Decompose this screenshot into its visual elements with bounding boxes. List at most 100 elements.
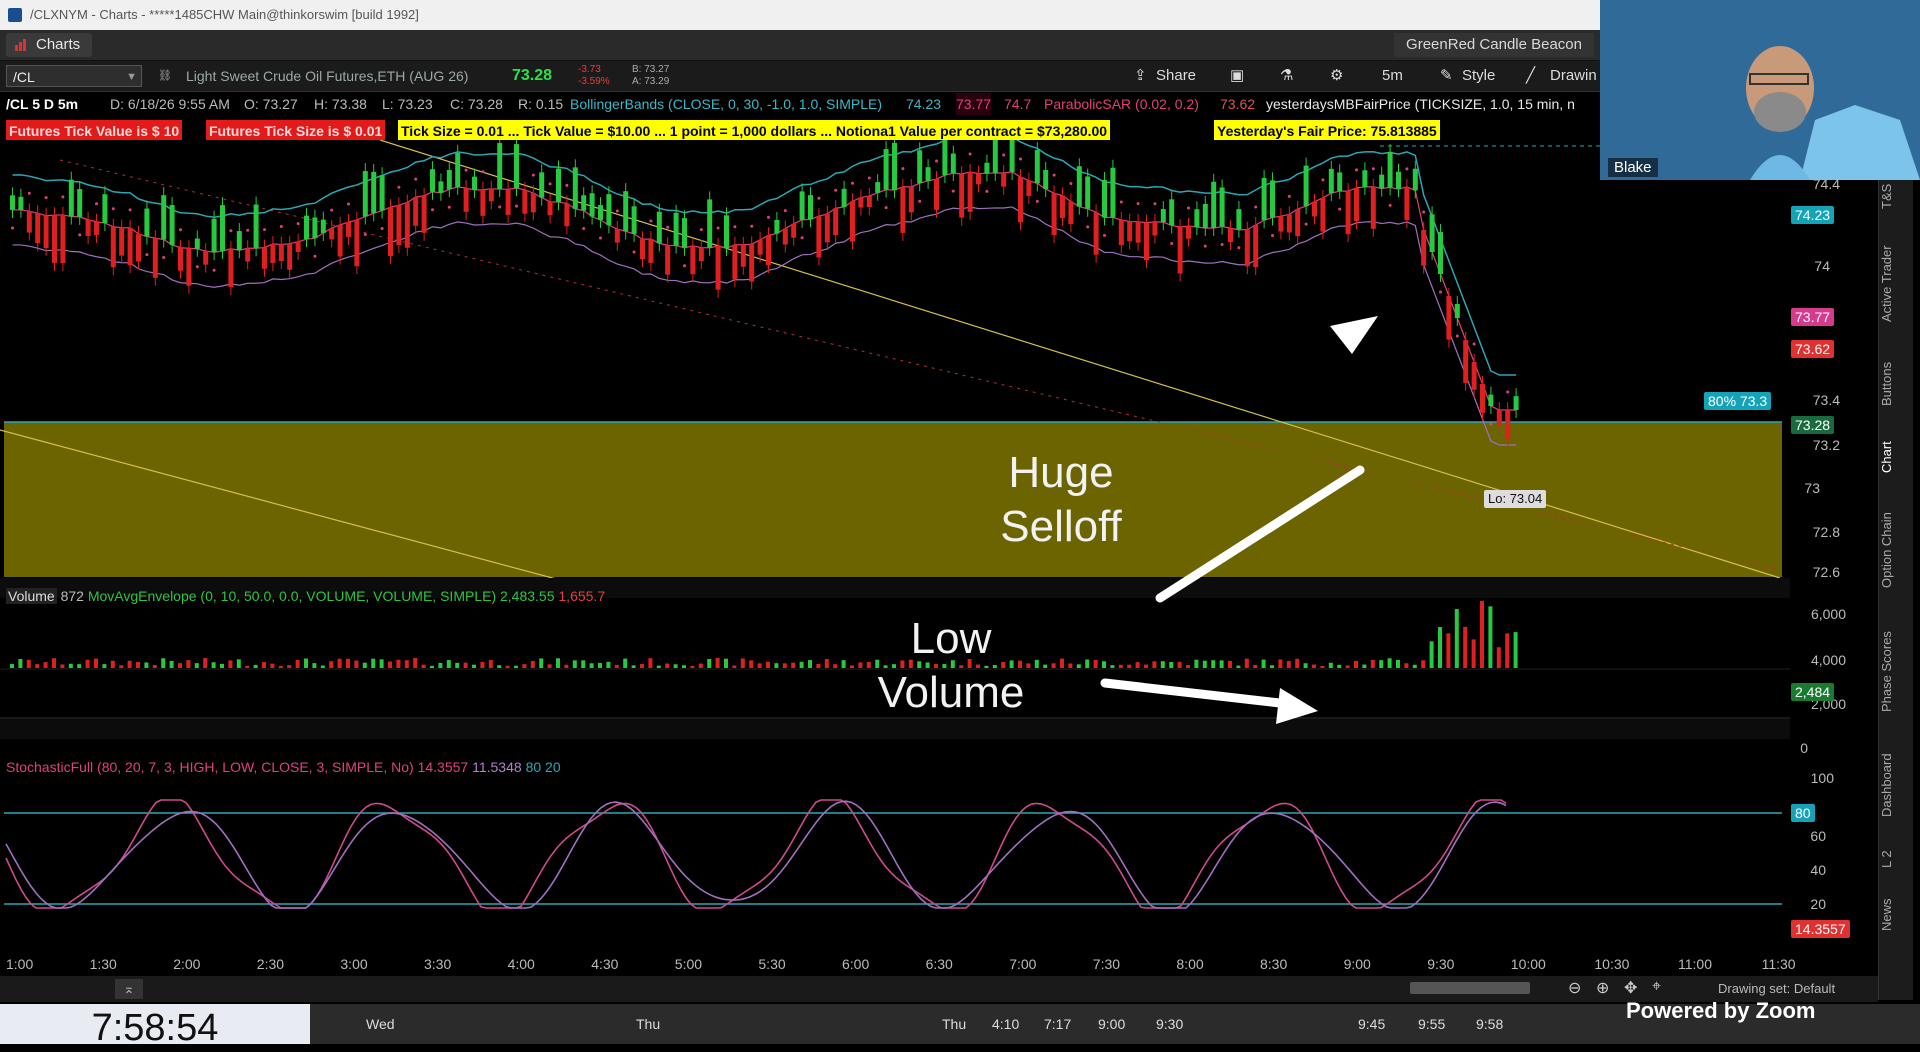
stoch-k-line <box>5 799 1507 909</box>
sidebar-item-time-sales[interactable]: T&S <box>1879 180 1913 212</box>
psar-dot <box>884 206 888 210</box>
drawing-pen-icon[interactable]: ╱ <box>1526 61 1535 91</box>
link-icon[interactable]: ⛓ <box>158 61 172 91</box>
pan-icon[interactable]: ✥ <box>1624 978 1637 998</box>
volume-bar <box>682 665 686 668</box>
share-button[interactable]: Share <box>1156 61 1196 91</box>
candle-body <box>799 191 805 220</box>
studies-flask-icon[interactable]: ⚗ <box>1280 61 1293 91</box>
volume-bar <box>1152 661 1157 668</box>
sidebar-item-chart[interactable]: Chart <box>1879 432 1913 482</box>
session-low-label: Lo: 73.04 <box>1484 490 1547 508</box>
volume-bar <box>1127 664 1132 668</box>
volume-bar <box>749 660 754 668</box>
gear-icon[interactable]: ⚙ <box>1330 61 1343 91</box>
volume-bar <box>152 664 157 668</box>
clock: 7:58:54 <box>0 1004 310 1049</box>
sidebar-item-dashboard[interactable]: Dashboard <box>1879 740 1913 830</box>
volume-bar <box>1144 664 1148 668</box>
style-icon[interactable]: ✎ <box>1440 61 1453 91</box>
ohlc-low: L: 73.23 <box>382 96 433 112</box>
psar-dot <box>951 189 955 193</box>
time-tick: 4:00 <box>507 956 535 972</box>
psar-label[interactable]: ParabolicSAR (0.02, 0.2) <box>1044 93 1199 115</box>
candle-body <box>1244 229 1250 267</box>
selloff-line-2: Selloff <box>1000 502 1122 551</box>
volume-bar <box>312 663 317 668</box>
time-axis[interactable]: 1:00 1:30 2:00 2:30 3:00 3:30 4:00 4:30 5:00 5:30… <box>0 952 1796 976</box>
sidebar-item-phase-scores[interactable]: Phase Scores <box>1879 620 1913 724</box>
psar-dot <box>867 176 871 180</box>
candle-body <box>698 247 704 262</box>
volume-bar <box>572 660 577 668</box>
volume-bar <box>1160 661 1165 668</box>
volume-bar <box>1429 641 1434 668</box>
style-button[interactable]: Style <box>1462 61 1495 91</box>
tab-charts[interactable]: Charts <box>6 33 93 57</box>
candle-body <box>52 215 57 263</box>
time-tick: 1:00 <box>6 956 34 972</box>
candle-body <box>94 221 99 235</box>
sidebar-item-news[interactable]: News <box>1879 890 1913 940</box>
candle-body <box>1454 304 1460 318</box>
volume-bar <box>1421 660 1426 668</box>
volume-bar <box>1261 659 1266 668</box>
time-tick: 2:30 <box>256 956 285 972</box>
fair-price-label[interactable]: yesterdaysMBFairPrice (TICKSIZE, 1.0, 15… <box>1266 93 1575 115</box>
bb-upper-tag: 74.23 <box>1791 206 1835 224</box>
scrollbar-thumb[interactable] <box>1410 982 1530 994</box>
volume-bar <box>1345 665 1350 668</box>
chart-settings-icon[interactable]: ▣ <box>1230 61 1244 91</box>
volume-bar <box>463 662 468 668</box>
psar-dot <box>313 254 317 258</box>
share-icon[interactable]: ⇪ <box>1134 61 1147 91</box>
candle-body <box>959 173 965 218</box>
bb-mid-tag: 73.77 <box>1791 308 1835 326</box>
zoom-in-icon[interactable]: ⊕ <box>1596 978 1609 998</box>
drawing-set-label[interactable]: Drawing set: Default <box>1718 981 1835 996</box>
stoch-label[interactable]: StochasticFull (80, 20, 7, 3, HIGH, LOW,… <box>6 759 414 775</box>
candle-body <box>883 149 889 190</box>
candle-body <box>253 204 259 249</box>
price-axis[interactable]: 74.4 74 73.4 73.2 73 72.8 72.6 74.23 73.… <box>1790 140 1878 975</box>
candle-body <box>1320 197 1326 232</box>
ohlc-close: C: 73.28 <box>450 96 503 112</box>
psar-dot <box>1439 290 1442 294</box>
volume-bar <box>589 663 594 668</box>
expand-icon[interactable]: ⌅ <box>115 979 143 999</box>
zoom-out-icon[interactable]: ⊖ <box>1568 978 1581 998</box>
candle-body <box>866 195 872 208</box>
sidebar-item-level2[interactable]: L 2 <box>1879 844 1913 874</box>
envelope-label[interactable]: MovAvgEnvelope (0, 10, 50.0, 0.0, VOLUME… <box>88 588 496 604</box>
envelope-value-2: 1,655.7 <box>558 588 606 604</box>
psar-dot <box>1220 242 1224 246</box>
price-chart[interactable] <box>0 140 1878 975</box>
candle-body <box>1370 186 1376 229</box>
candle-body <box>1379 174 1385 189</box>
volume-bar <box>1169 661 1174 668</box>
psar-dot <box>1002 153 1006 157</box>
candle-body <box>782 228 788 245</box>
sidebar-item-option-chain[interactable]: Option Chain <box>1879 498 1913 602</box>
bollinger-label[interactable]: BollingerBands (CLOSE, 0, 30, -1.0, 1.0,… <box>570 93 882 115</box>
volume-bar <box>1270 665 1274 668</box>
sidebar-item-buttons[interactable]: Buttons <box>1879 352 1913 416</box>
tab-beacon[interactable]: GreenRed Candle Beacon <box>1394 33 1594 57</box>
candle-body <box>682 218 687 248</box>
volume-bar <box>740 658 745 668</box>
volume-bar <box>1328 662 1333 668</box>
candle-body <box>1169 199 1175 226</box>
psar-dot <box>363 233 367 237</box>
sidebar-item-active-trader[interactable]: Active Trader <box>1879 232 1913 336</box>
symbol-input[interactable]: /CL ▼ <box>6 65 142 87</box>
psar-dot <box>649 219 653 223</box>
volume-bar <box>497 665 502 668</box>
crosshair-icon[interactable]: ⌖ <box>1652 978 1661 996</box>
candle-body <box>1278 216 1284 232</box>
time-tick: 8:00 <box>1176 956 1204 972</box>
volume-bar <box>354 660 359 668</box>
volume-bar <box>1110 665 1115 668</box>
info-bar: Futures Tick Value is $ 10 Futures Tick … <box>0 120 1600 142</box>
drawings-button[interactable]: Drawin <box>1550 61 1597 91</box>
timeframe-button[interactable]: 5m <box>1382 61 1403 91</box>
